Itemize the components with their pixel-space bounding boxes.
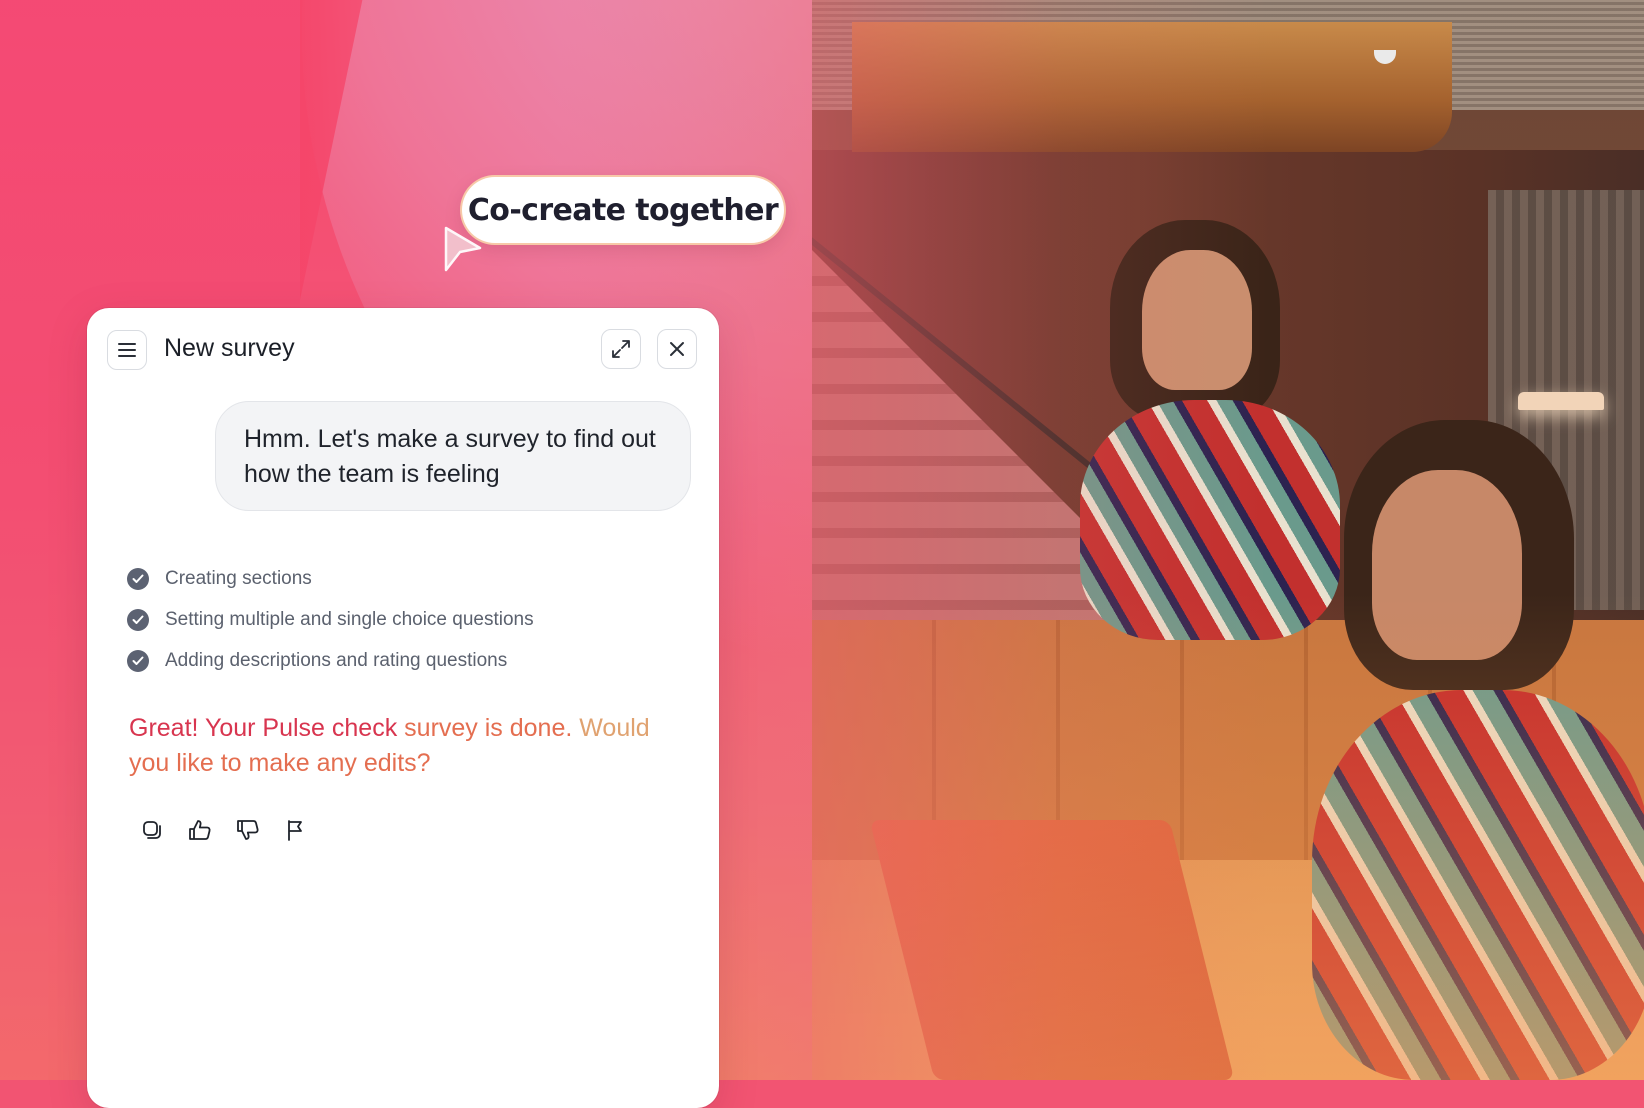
reply-part: Would: [579, 714, 650, 742]
survey-chat-panel: New survey Hmm. Let's make a survey to f…: [87, 308, 719, 1108]
step-label: Adding descriptions and rating questions: [165, 649, 508, 671]
cursor-pointer-icon: [444, 226, 482, 272]
co-create-bubble: Co-create together: [462, 177, 784, 243]
reply-part: you like to make any edits?: [129, 749, 431, 777]
thumbs-up-button[interactable]: [183, 813, 217, 847]
reply-part: Great! Your Pulse check: [129, 714, 405, 742]
thumbs-down-icon: [237, 820, 259, 840]
thumbs-up-icon: [189, 820, 211, 840]
reply-actions: [135, 813, 355, 849]
close-button[interactable]: [657, 329, 697, 369]
menu-icon: [118, 343, 136, 357]
progress-steps: Creating sections Setting multiple and s…: [127, 558, 687, 681]
reply-part: survey is done.: [404, 714, 580, 742]
user-message: Hmm. Let's make a survey to find out how…: [215, 401, 691, 511]
copy-button[interactable]: [135, 813, 169, 847]
close-icon: [670, 342, 684, 356]
expand-button[interactable]: [601, 329, 641, 369]
menu-button[interactable]: [107, 330, 147, 370]
thumbs-down-button[interactable]: [231, 813, 265, 847]
photo-color-overlay: [812, 0, 1644, 1080]
co-create-bubble-text: Co-create together: [467, 192, 779, 228]
chat-title: New survey: [164, 334, 295, 362]
step-label: Creating sections: [165, 567, 312, 589]
expand-icon: [612, 340, 630, 358]
flag-button[interactable]: [279, 813, 313, 847]
step-item: Setting multiple and single choice quest…: [127, 599, 687, 640]
step-item: Adding descriptions and rating questions: [127, 640, 687, 681]
chat-header: New survey: [87, 308, 719, 392]
check-circle-icon: [127, 608, 149, 631]
flag-icon: [288, 820, 302, 841]
office-photo: [812, 0, 1644, 1080]
step-item: Creating sections: [127, 558, 687, 599]
copy-icon: [143, 821, 161, 839]
check-circle-icon: [127, 649, 149, 672]
step-label: Setting multiple and single choice quest…: [165, 608, 534, 630]
assistant-reply: Great! Your Pulse check survey is done. …: [129, 711, 689, 781]
check-circle-icon: [127, 567, 149, 590]
